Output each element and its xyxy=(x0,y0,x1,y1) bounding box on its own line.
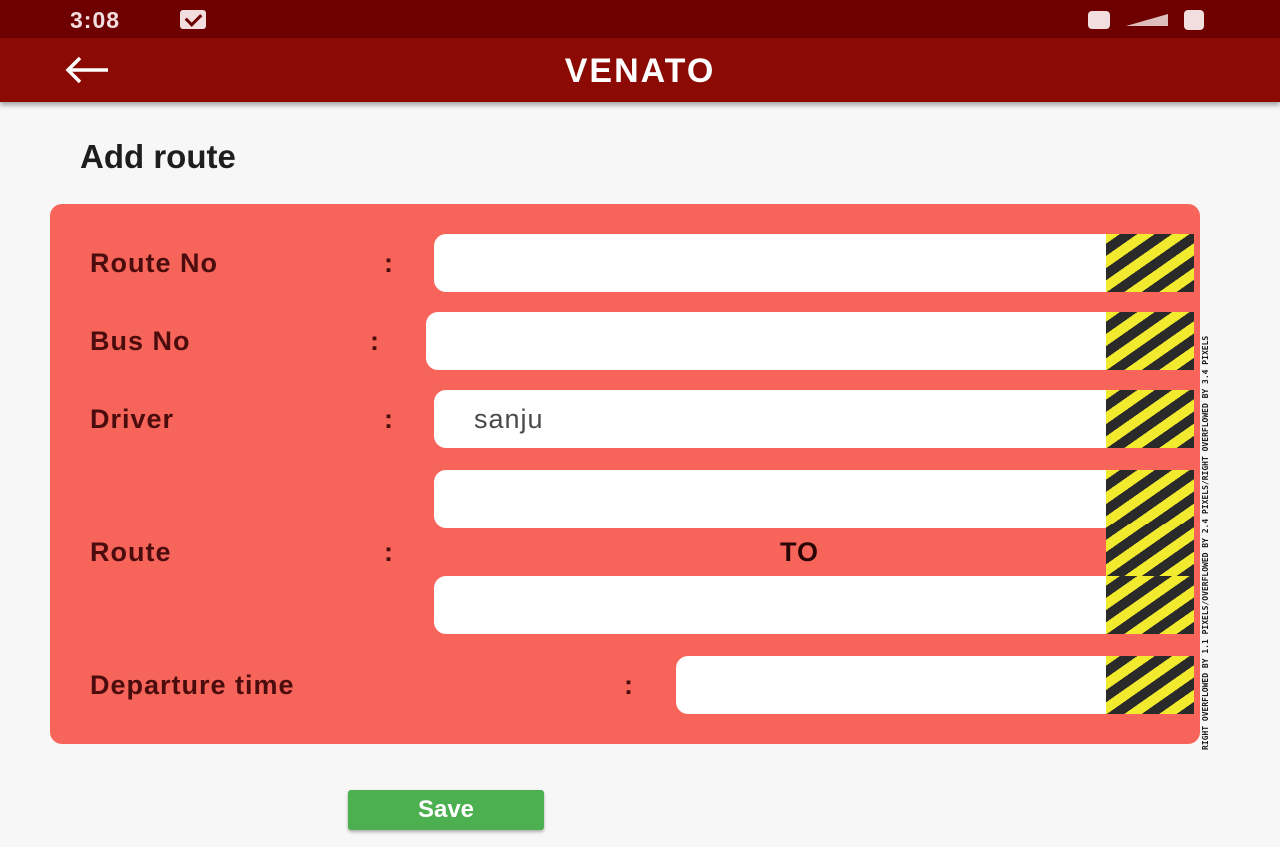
status-bar: 3:08 xyxy=(0,0,1280,38)
overflow-indicator xyxy=(1106,524,1194,576)
bus-no-input[interactable] xyxy=(426,312,1106,370)
overflow-indicator xyxy=(1106,390,1194,448)
overflow-indicator xyxy=(1106,234,1194,292)
route-no-colon: : xyxy=(384,248,393,278)
driver-input[interactable] xyxy=(434,390,1106,448)
route-to-label: TO xyxy=(780,537,820,567)
driver-label: Driver xyxy=(90,404,175,434)
overflow-indicator xyxy=(1106,576,1194,634)
route-colon: : xyxy=(384,537,393,567)
route-no-input[interactable] xyxy=(434,234,1106,292)
departure-time-colon: : xyxy=(624,670,633,700)
battery-icon xyxy=(1184,10,1204,30)
bus-no-label: Bus No xyxy=(90,326,191,356)
wifi-signal-icon xyxy=(1126,14,1168,26)
save-button[interactable]: Save xyxy=(348,790,544,830)
bus-no-colon: : xyxy=(370,326,379,356)
notification-icon xyxy=(1088,11,1110,29)
app-title: VENATO xyxy=(564,52,716,90)
page-title: Add route xyxy=(80,138,236,175)
route-no-label: Route No xyxy=(90,248,218,278)
overflow-indicator xyxy=(1106,312,1194,370)
driver-colon: : xyxy=(384,404,393,434)
route-form: Route No : Bus No : Driver : Route : TO … xyxy=(50,204,1200,744)
overflow-indicator xyxy=(1106,470,1194,528)
route-to-input[interactable] xyxy=(434,576,1106,634)
status-icons xyxy=(1088,9,1204,31)
overflow-indicator xyxy=(1106,656,1194,714)
departure-time-input[interactable] xyxy=(676,656,1106,714)
app-bar: VENATO xyxy=(0,38,1280,102)
route-label: Route xyxy=(90,537,172,567)
message-icon xyxy=(180,10,206,29)
status-time: 3:08 xyxy=(70,7,121,33)
overflow-debug-text: RIGHT OVERFLOWED BY 1.1 PIXELS/OVERFLOWE… xyxy=(1201,335,1210,750)
departure-time-label: Departure time xyxy=(90,670,295,700)
route-from-input[interactable] xyxy=(434,470,1106,528)
